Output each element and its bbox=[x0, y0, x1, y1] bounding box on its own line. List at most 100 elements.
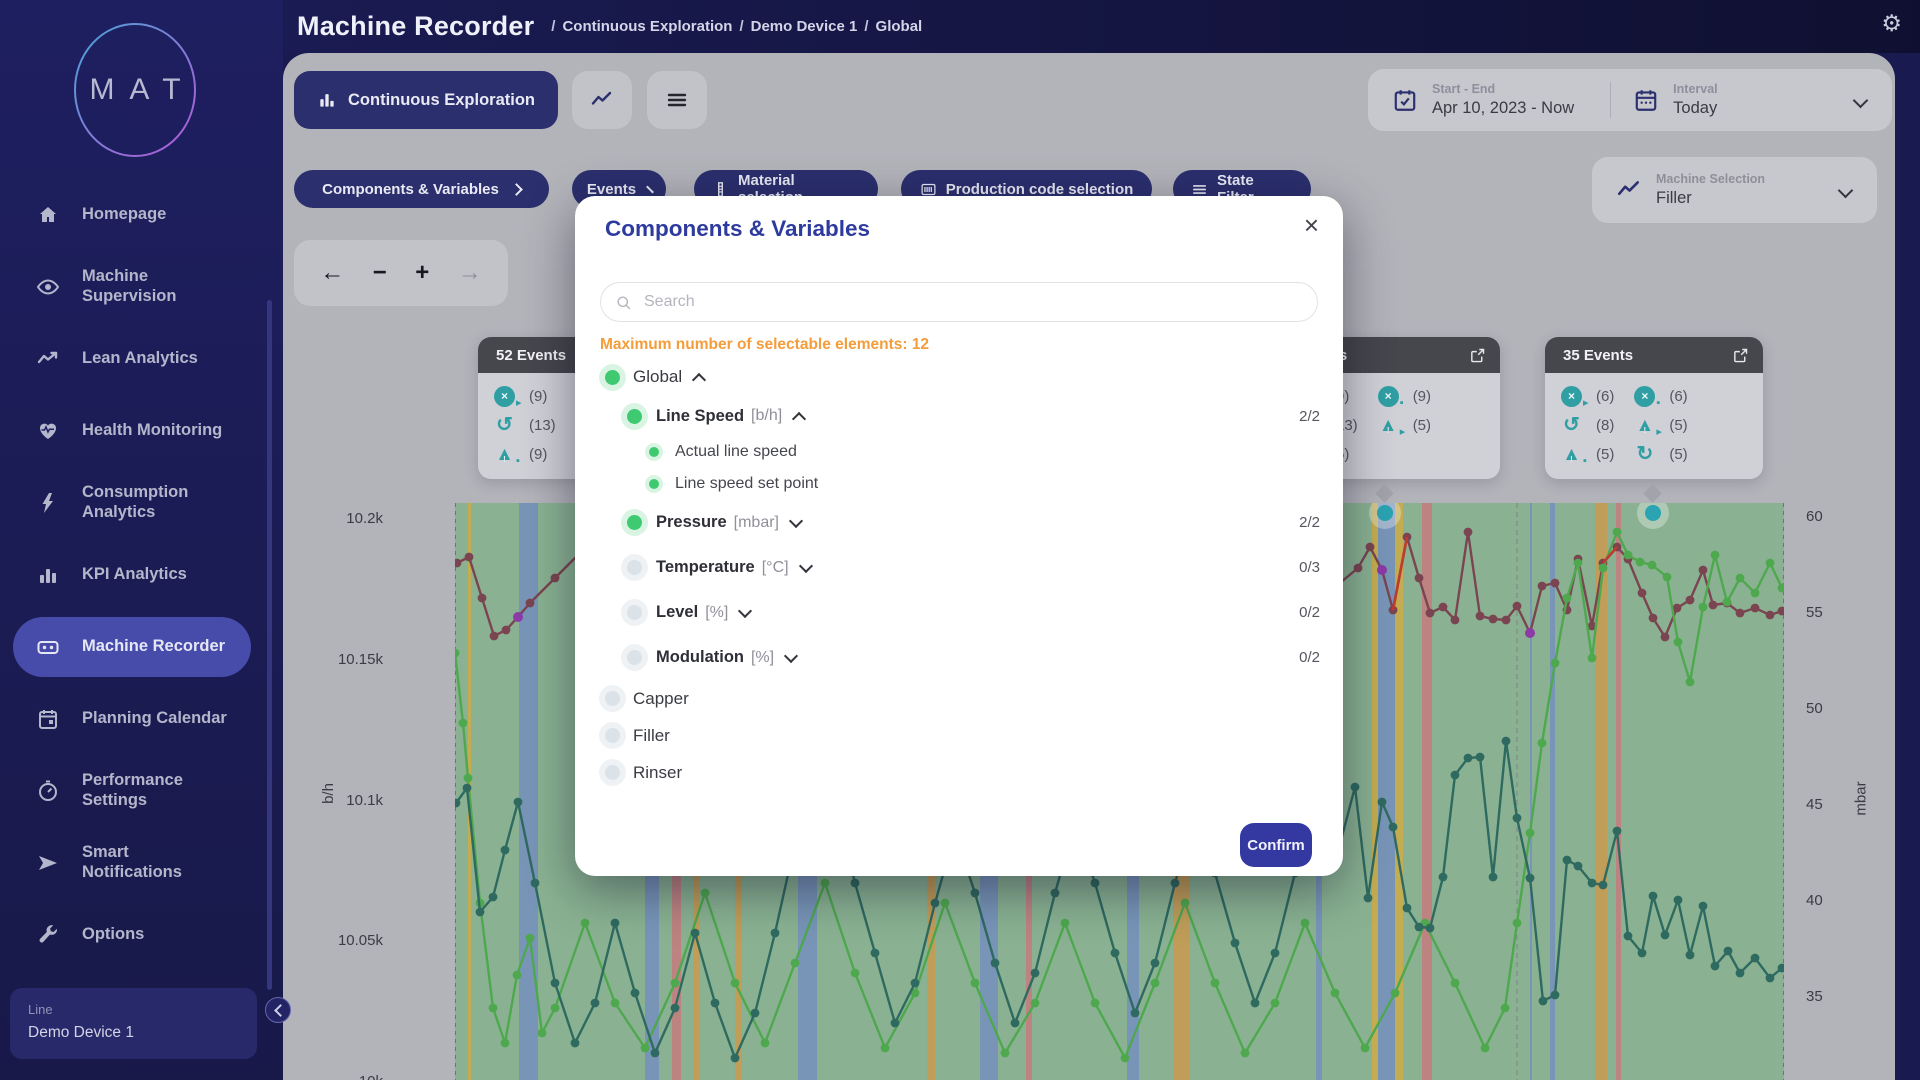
tab-label: Continuous Exploration bbox=[348, 91, 535, 110]
radio-selected-icon[interactable] bbox=[627, 409, 642, 424]
variable-name: Level bbox=[656, 603, 698, 622]
external-link-icon[interactable] bbox=[1469, 347, 1486, 364]
forward-arrow-button[interactable]: → bbox=[458, 261, 482, 285]
sidebar-item-machine-recorder[interactable]: Machine Recorder bbox=[0, 611, 283, 683]
sidebar-item-lean-analytics[interactable]: Lean Analytics bbox=[0, 323, 283, 395]
tree-item-pressure[interactable]: Pressure[mbar]2/2 bbox=[575, 500, 1343, 545]
sidebar-scrollbar[interactable] bbox=[267, 300, 272, 990]
tree-item-filler[interactable]: Filler bbox=[575, 717, 1343, 754]
selection-count: 2/2 bbox=[1299, 408, 1320, 425]
breadcrumb-item[interactable]: Global bbox=[876, 18, 923, 35]
selection-count: 2/2 bbox=[1299, 514, 1320, 531]
list-view-button[interactable] bbox=[647, 71, 707, 129]
sidebar-item-label: Machine Supervision bbox=[82, 267, 228, 307]
square-mini-icon: ▪ bbox=[1583, 456, 1593, 466]
chevron-up-icon[interactable] bbox=[792, 411, 806, 425]
radio-selected-icon[interactable] bbox=[627, 515, 642, 530]
radio-unselected-icon[interactable] bbox=[627, 650, 642, 665]
search-input[interactable] bbox=[642, 292, 1303, 312]
home-icon bbox=[36, 203, 60, 227]
event-count: (8) bbox=[1596, 417, 1614, 434]
tree-item-actual-line-speed[interactable]: Actual line speed bbox=[575, 436, 1343, 468]
device-selector[interactable]: Line Demo Device 1 bbox=[10, 988, 257, 1059]
tree-item-rinser[interactable]: Rinser bbox=[575, 754, 1343, 791]
sidebar-item-options[interactable]: Options bbox=[0, 899, 283, 971]
tree-item-modulation[interactable]: Modulation[%]0/2 bbox=[575, 635, 1343, 680]
chevron-down-icon bbox=[1853, 92, 1869, 108]
sidebar-item-kpi-analytics[interactable]: KPI Analytics bbox=[0, 539, 283, 611]
zoom-out-button[interactable]: − bbox=[373, 261, 387, 285]
back-arrow-button[interactable]: ← bbox=[320, 261, 344, 285]
machine-selection-value: Filler bbox=[1656, 189, 1765, 208]
radio-selected-icon[interactable] bbox=[605, 370, 620, 385]
sidebar-item-consumption-analytics[interactable]: Consumption Analytics bbox=[0, 467, 283, 539]
machine-selection-panel[interactable]: Machine Selection Filler bbox=[1592, 157, 1877, 223]
event-stat: ▲▪(5) bbox=[1561, 441, 1614, 467]
chevron-down-icon[interactable] bbox=[784, 648, 798, 662]
sidebar-item-planning-calendar[interactable]: Planning Calendar bbox=[0, 683, 283, 755]
radio-unselected-icon[interactable] bbox=[627, 560, 642, 575]
breadcrumb-item[interactable]: Continuous Exploration bbox=[562, 18, 732, 35]
event-stat: ×▸(9) bbox=[494, 383, 556, 409]
sidebar-collapse-button[interactable] bbox=[265, 997, 291, 1023]
radio-unselected-icon[interactable] bbox=[605, 691, 620, 706]
square-mini-icon: ▪ bbox=[516, 456, 526, 466]
tree-item-line-speed-set-point[interactable]: Line speed set point bbox=[575, 468, 1343, 500]
event-card: 35 Events×▸(6)↺(8)▲▪(5)×▪(6)▲▸(5)↻(5) bbox=[1545, 337, 1763, 479]
event-count: (6) bbox=[1669, 388, 1687, 405]
gauge-icon bbox=[36, 779, 60, 803]
barcode-icon bbox=[920, 181, 937, 198]
sidebar-item-homepage[interactable]: Homepage bbox=[0, 179, 283, 251]
y-axis-tick-right: 60 bbox=[1806, 508, 1823, 525]
chevron-down-icon[interactable] bbox=[738, 603, 752, 617]
sidebar-item-machine-supervision[interactable]: Machine Supervision bbox=[0, 251, 283, 323]
chevron-down-icon[interactable] bbox=[799, 558, 813, 572]
radio-unselected-icon[interactable] bbox=[627, 605, 642, 620]
selected-dot-icon bbox=[649, 447, 659, 457]
tree-item-capper[interactable]: Capper bbox=[575, 680, 1343, 717]
zoom-in-button[interactable]: + bbox=[415, 261, 429, 285]
tree-item-label: Global bbox=[633, 367, 682, 387]
tree-item-global[interactable]: Global bbox=[575, 358, 1343, 396]
heart-icon bbox=[36, 419, 60, 443]
event-count: (5) bbox=[1596, 446, 1614, 463]
tree-item-level[interactable]: Level[%]0/2 bbox=[575, 590, 1343, 635]
sidebar-item-label: Homepage bbox=[82, 205, 228, 225]
tab-continuous-exploration[interactable]: Continuous Exploration bbox=[294, 71, 558, 129]
triangle-icon: ▲ bbox=[1561, 444, 1582, 465]
sidebar-item-label: Consumption Analytics bbox=[82, 483, 228, 523]
breadcrumb-separator: / bbox=[864, 18, 868, 35]
filter-components-variables[interactable]: Components & Variables bbox=[294, 170, 549, 208]
sidebar-item-performance-settings[interactable]: Performance Settings bbox=[0, 755, 283, 827]
breadcrumb: /Continuous Exploration/Demo Device 1/Gl… bbox=[544, 18, 922, 35]
tree-item-temperature[interactable]: Temperature[°C]0/3 bbox=[575, 545, 1343, 590]
y-axis-tick-right: 40 bbox=[1806, 892, 1823, 909]
gear-icon[interactable]: ⚙ bbox=[1881, 12, 1902, 35]
event-count: (9) bbox=[1413, 388, 1431, 405]
interval-select[interactable]: Interval Today bbox=[1673, 82, 1717, 118]
chevron-up-icon[interactable] bbox=[692, 372, 706, 386]
close-icon[interactable]: × bbox=[1304, 212, 1319, 238]
chevron-down-icon[interactable] bbox=[789, 513, 803, 527]
divider bbox=[1610, 82, 1611, 118]
radio-unselected-icon[interactable] bbox=[605, 765, 620, 780]
wrench-icon bbox=[36, 923, 60, 947]
selection-count: 0/2 bbox=[1299, 649, 1320, 666]
sidebar-item-label: Machine Recorder bbox=[82, 637, 225, 657]
tree-item-line-speed[interactable]: Line Speed[b/h]2/2 bbox=[575, 396, 1343, 436]
line-chart-view-button[interactable] bbox=[572, 71, 632, 129]
radio-unselected-icon[interactable] bbox=[605, 728, 620, 743]
triangle-icon: ▲ bbox=[494, 444, 515, 465]
external-link-icon[interactable] bbox=[1732, 347, 1749, 364]
sidebar-item-health-monitoring[interactable]: Health Monitoring bbox=[0, 395, 283, 467]
breadcrumb-item[interactable]: Demo Device 1 bbox=[751, 18, 858, 35]
variables-tree: Global Line Speed[b/h]2/2Actual line spee… bbox=[575, 358, 1343, 791]
components-variables-modal: Components & Variables × Maximum number … bbox=[575, 196, 1343, 876]
logo-text: MAT bbox=[67, 22, 203, 158]
y-axis-tick-right: 50 bbox=[1806, 700, 1823, 717]
confirm-button[interactable]: Confirm bbox=[1240, 823, 1312, 867]
date-range-picker[interactable]: Start - End Apr 10, 2023 - Now bbox=[1432, 82, 1574, 118]
x-circle-icon: × bbox=[1378, 386, 1399, 407]
sidebar-item-label: Lean Analytics bbox=[82, 349, 228, 369]
sidebar-item-smart-notifications[interactable]: Smart Notifications bbox=[0, 827, 283, 899]
